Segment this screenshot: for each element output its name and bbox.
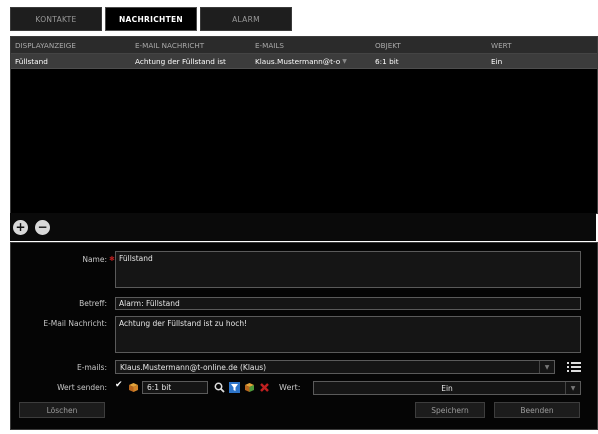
- emails-select-value: Klaus.Mustermann@t-online.de (Klaus): [120, 362, 267, 372]
- cell-emails-dropdown[interactable]: Klaus.Mustermann@t-o ▼: [251, 57, 371, 66]
- send-value-checkbox[interactable]: ✔: [115, 380, 123, 390]
- add-icon[interactable]: +: [13, 220, 28, 235]
- chevron-down-icon[interactable]: ▼: [565, 382, 580, 394]
- remove-icon[interactable]: −: [35, 220, 50, 235]
- list-icon[interactable]: [567, 361, 581, 373]
- cell-object: 6:1 bit: [375, 56, 399, 66]
- tab-alarm[interactable]: ALARM: [200, 7, 292, 31]
- object-box-icon: [129, 383, 138, 392]
- cell-message: Achtung der Füllstand ist: [135, 56, 226, 66]
- object-link-icon[interactable]: [244, 382, 255, 393]
- tab-kontakte[interactable]: KONTAKTE: [10, 7, 102, 31]
- close-button[interactable]: Beenden: [494, 402, 580, 418]
- column-header-emails[interactable]: E-MAILS: [251, 41, 371, 50]
- name-label: Name:: [82, 255, 107, 264]
- emails-select[interactable]: Klaus.Mustermann@t-online.de (Klaus) ▼: [115, 360, 555, 374]
- column-header-email-nachricht[interactable]: E-MAIL NACHRICHT: [131, 41, 251, 50]
- value-select-value: Ein: [441, 383, 453, 393]
- cell-value: Ein: [491, 56, 503, 66]
- edit-panel: Name: ✱ Füllstand Betreff: Alarm: Füllst…: [10, 242, 598, 430]
- search-icon[interactable]: [214, 382, 225, 393]
- chevron-down-icon[interactable]: ▼: [539, 361, 554, 373]
- delete-icon[interactable]: [259, 382, 270, 393]
- grid-header: DISPLAYANZEIGE E-MAIL NACHRICHT E-MAILS …: [11, 37, 597, 54]
- tab-nachrichten[interactable]: NACHRICHTEN: [105, 7, 197, 31]
- cell-emails: Klaus.Mustermann@t-o: [255, 56, 341, 66]
- value-label: Wert:: [279, 383, 301, 392]
- send-value-label: Wert senden:: [57, 383, 107, 392]
- required-icon: ✱: [109, 255, 115, 263]
- emails-label: E-mails:: [77, 363, 107, 372]
- column-header-displayanzeige[interactable]: DISPLAYANZEIGE: [11, 41, 131, 50]
- table-row[interactable]: Füllstand Achtung der Füllstand ist Klau…: [11, 54, 597, 69]
- delete-button[interactable]: Löschen: [19, 402, 105, 418]
- subject-field[interactable]: Alarm: Füllstand: [115, 297, 581, 310]
- value-select[interactable]: Ein ▼: [313, 381, 581, 395]
- message-field[interactable]: Achtung der Füllstand ist zu hoch!: [115, 316, 581, 353]
- app-window: KONTAKTE NACHRICHTEN ALARM DISPLAYANZEIG…: [0, 0, 598, 434]
- name-field[interactable]: Füllstand: [115, 251, 581, 288]
- chevron-down-icon[interactable]: ▼: [342, 58, 347, 65]
- message-label: E-Mail Nachricht:: [43, 319, 107, 328]
- filter-icon[interactable]: [229, 382, 240, 393]
- messages-grid: DISPLAYANZEIGE E-MAIL NACHRICHT E-MAILS …: [10, 36, 598, 214]
- object-field[interactable]: 6:1 bit: [142, 381, 208, 394]
- cell-display: Füllstand: [15, 56, 48, 66]
- subject-label: Betreff:: [79, 299, 107, 308]
- tab-bar: KONTAKTE NACHRICHTEN ALARM: [10, 7, 305, 31]
- save-button[interactable]: Speichern: [415, 402, 485, 418]
- column-header-wert[interactable]: WERT: [487, 41, 597, 50]
- column-header-objekt[interactable]: OBJEKT: [371, 41, 487, 50]
- grid-button-bar: + −: [10, 213, 596, 241]
